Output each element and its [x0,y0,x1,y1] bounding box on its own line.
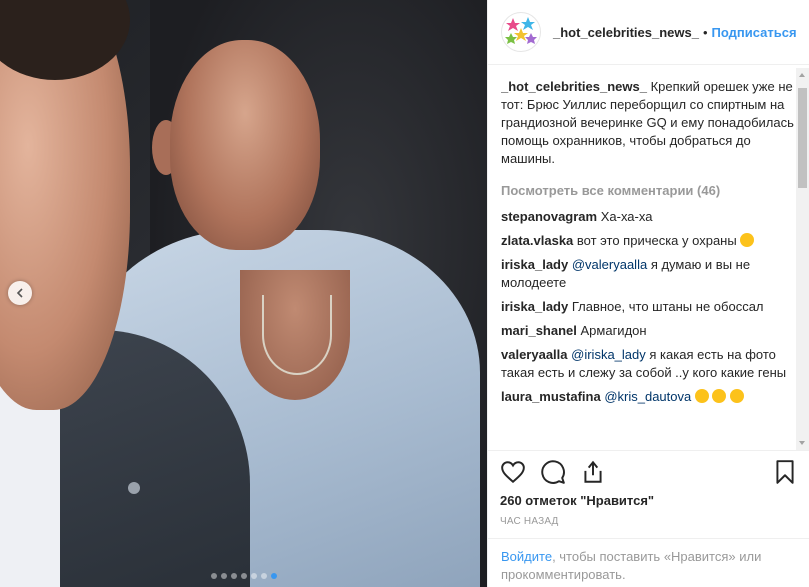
post-caption: _hot_celebrities_news_ Крепкий орешек уж… [501,78,795,168]
comment-username[interactable]: iriska_lady [501,257,568,272]
instagram-post: _hot_celebrities_news_ • Подписаться _ho… [0,0,809,587]
comment-username[interactable]: valeryaalla [501,347,568,362]
comment-text: Главное, что штаны не обоссал [571,299,764,314]
photo-lapel-pin [128,482,140,494]
bookmark-icon[interactable] [772,459,798,485]
emoji-icon [730,389,745,403]
carousel-dot [250,573,257,579]
comment-item: stepanovagram Ха-ха-ха [501,208,795,226]
comment-username[interactable]: zlata.vlaska [501,233,573,248]
emoji-icon [694,389,709,403]
comment-username[interactable]: mari_shanel [501,323,577,338]
carousel-prev-button[interactable] [8,281,32,305]
scroll-up-icon[interactable] [799,73,805,77]
post-actions: 260 отметок "Нравится" ЧАС НАЗАД [488,450,809,527]
comment-username[interactable]: laura_mustafina [501,389,601,404]
carousel-dot [220,573,227,579]
stars-logo-icon [505,17,537,44]
share-icon[interactable] [580,459,606,485]
header-username[interactable]: _hot_celebrities_news_ [553,25,699,40]
view-all-comments-link[interactable]: Посмотреть все комментарии (46) [501,182,795,200]
post-header: _hot_celebrities_news_ • Подписаться [488,0,809,65]
carousel-dot [260,573,267,579]
smile-emoji-icon [740,233,755,247]
post-photo[interactable] [0,0,487,587]
comment-item: zlata.vlaska вот это прическа у охраны [501,232,795,250]
comments-list: _hot_celebrities_news_ Крепкий орешек уж… [501,78,795,450]
comment-item: laura_mustafina @kris_dautova [501,388,795,406]
comment-item: mari_shanel Армагидон [501,322,795,340]
login-prompt: Войдите, чтобы поставить «Нравится» или … [488,538,809,584]
comment-mention[interactable]: @kris_dautova [604,389,691,404]
carousel-dot [230,573,237,579]
post-timestamp[interactable]: ЧАС НАЗАД [500,516,798,527]
carousel-indicator [0,573,487,579]
comment-icon[interactable] [540,459,566,485]
comment-text: вот это прическа у охраны [576,233,737,248]
comment-item: iriska_lady @valeryaalla я думаю и вы не… [501,256,795,292]
follow-button[interactable]: Подписаться [712,25,797,40]
photo-foreground-collar [0,380,60,587]
comment-username[interactable]: iriska_lady [501,299,568,314]
comment-mention[interactable]: @valeryaalla [572,257,647,272]
comment-item: valeryaalla @iriska_lady я какая есть на… [501,346,795,382]
photo-head [170,40,320,250]
header-separator: • [702,24,708,40]
comment-item: iriska_lady Главное, что штаны не обосса… [501,298,795,316]
chevron-left-icon [16,288,23,298]
heart-icon[interactable] [500,459,526,485]
likes-count[interactable]: 260 отметок "Нравится" [500,493,798,508]
comment-text: Армагидон [580,323,647,338]
action-icons [500,459,798,485]
comment-mention[interactable]: @iriska_lady [571,347,646,362]
post-sidebar: _hot_celebrities_news_ • Подписаться _ho… [487,0,809,587]
scroll-down-icon[interactable] [799,441,805,445]
comment-text: Ха-ха-ха [600,209,653,224]
comment-username[interactable]: stepanovagram [501,209,597,224]
carousel-dot [270,573,277,579]
avatar[interactable] [501,12,541,52]
emoji-icon [712,389,727,403]
caption-username[interactable]: _hot_celebrities_news_ [501,79,647,94]
carousel-dot [240,573,247,579]
comments-scrollbar[interactable] [796,68,809,450]
scrollbar-thumb[interactable] [798,88,807,188]
photo-chain [262,295,332,375]
carousel-dot [210,573,217,579]
login-link[interactable]: Войдите [501,549,552,564]
